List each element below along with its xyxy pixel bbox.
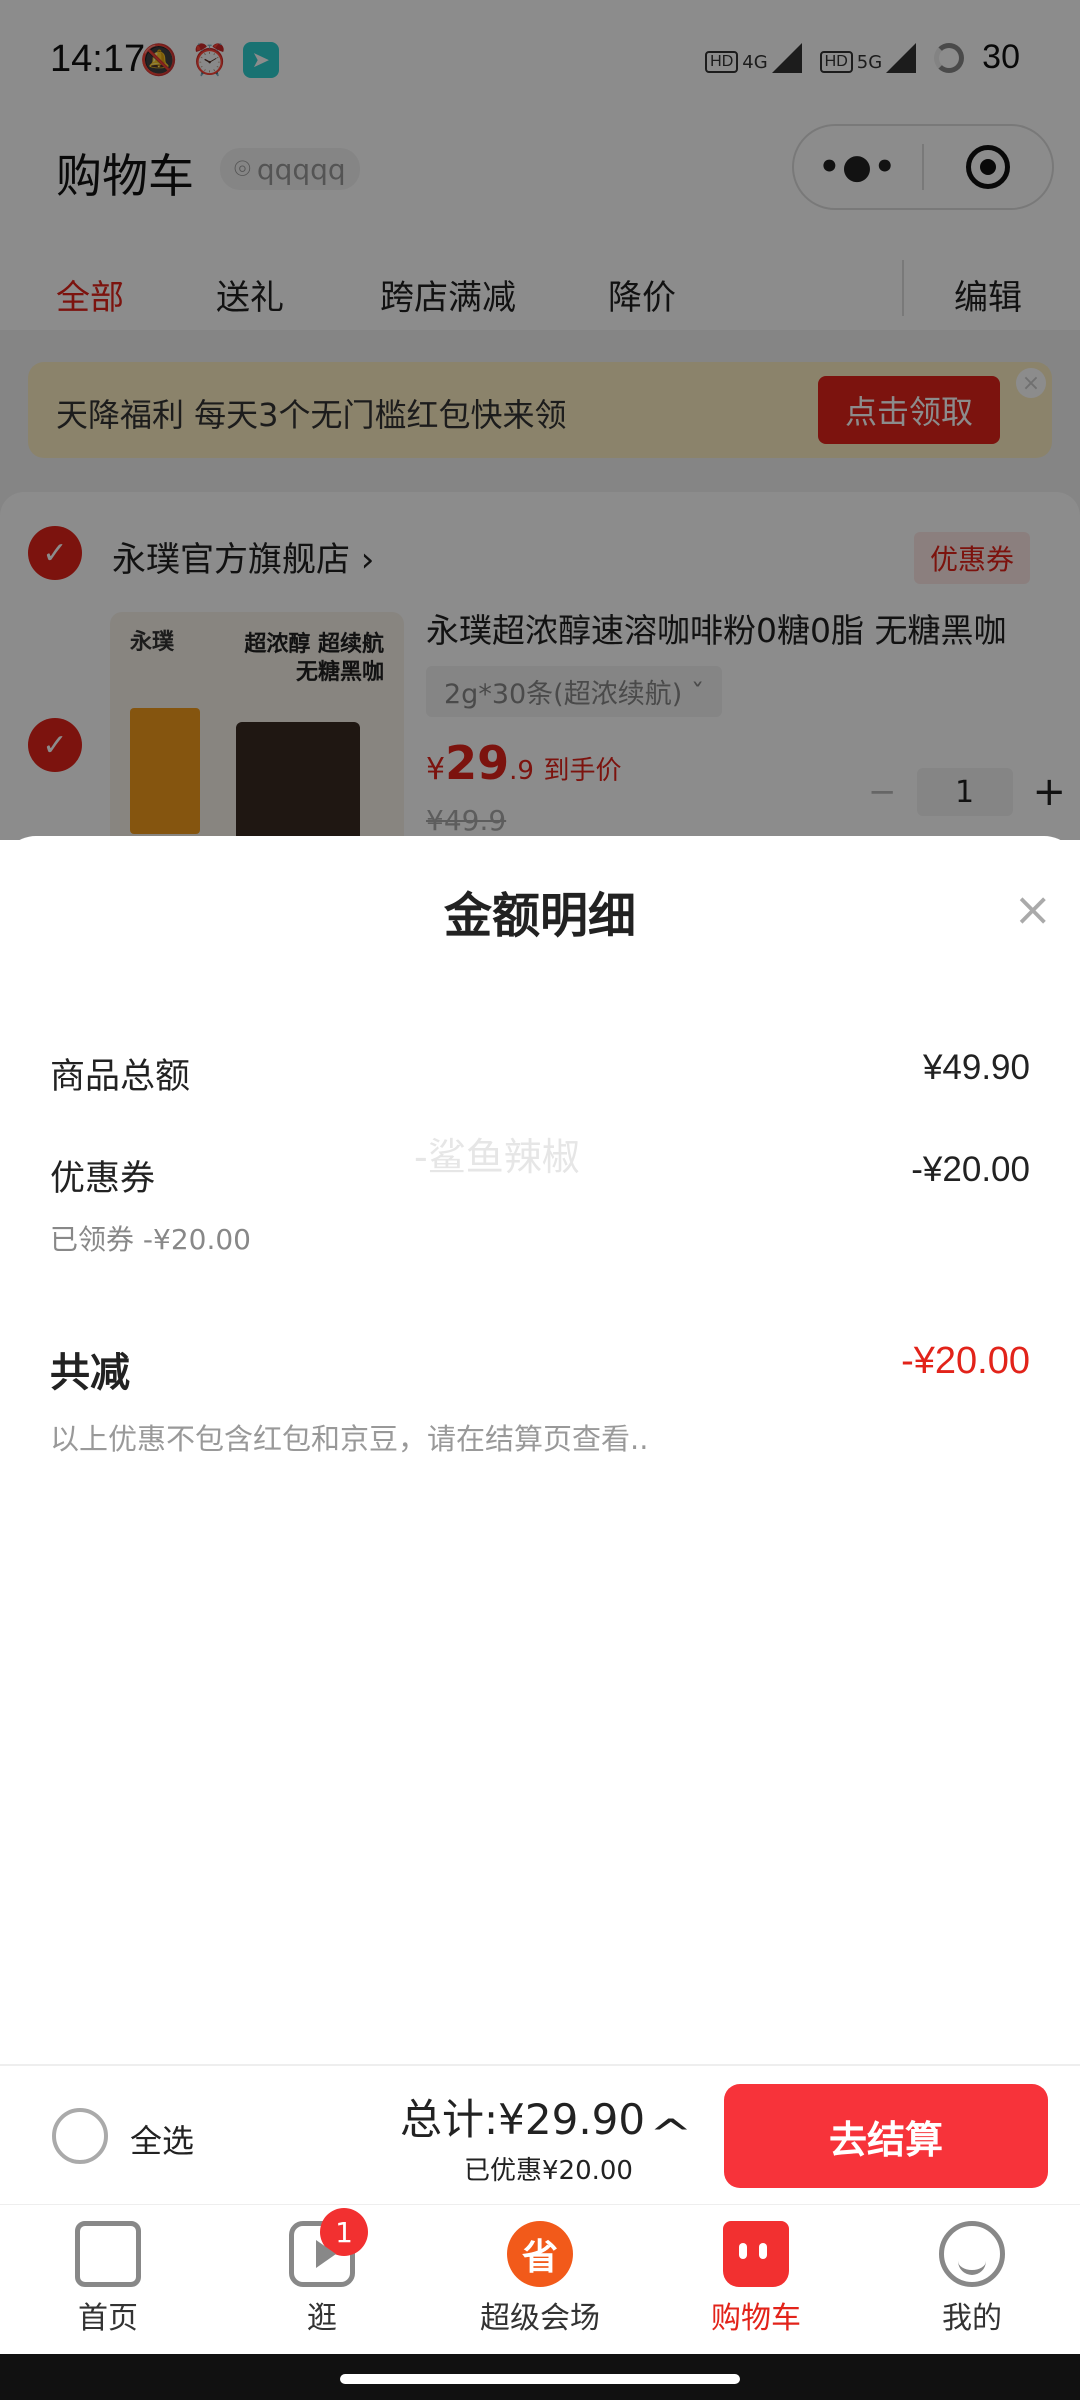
tabbar-home[interactable]: 首页 (38, 2221, 178, 2337)
coupon-value: -¥20.00 (911, 1150, 1030, 1189)
system-nav-bar (0, 2354, 1080, 2400)
select-all-checkbox[interactable] (52, 2108, 108, 2164)
tabbar-profile[interactable]: 我的 (902, 2221, 1042, 2337)
total-reduction-label: 共减 (50, 1350, 130, 1396)
modal-backdrop[interactable] (0, 0, 1080, 840)
select-all-label[interactable]: 全选 (130, 2116, 194, 2162)
total-reduction-value: -¥20.00 (901, 1340, 1030, 1382)
total-reduction-row: 共减 -¥20.00 以上优惠不包含红包和京豆，请在结算页查看.. (50, 1340, 1030, 1470)
tabbar-cart[interactable]: 购物车 (686, 2221, 826, 2337)
checkout-button[interactable]: 去结算 (724, 2084, 1048, 2188)
home-icon (75, 2221, 141, 2287)
super-venue-icon: 省 (507, 2221, 573, 2287)
cart-icon (723, 2221, 789, 2287)
notification-badge: 1 (320, 2208, 368, 2256)
screen: 14:17 🔕 ⏰ ➤ HD 4G HD 5G 30 购物车 ⌾ qqqqq •●• (0, 0, 1080, 2400)
sheet-title: 金额明细 (443, 888, 636, 944)
home-indicator[interactable] (340, 2374, 740, 2384)
profile-icon (939, 2221, 1005, 2287)
coupon-label: 优惠券 (50, 1159, 156, 1199)
close-icon[interactable]: × (1013, 882, 1052, 936)
bottom-tab-bar: 首页 1 逛 省 超级会场 购物车 我的 (0, 2204, 1080, 2354)
goods-total-row: 商品总额 ¥49.90 (50, 1048, 1030, 1108)
coupon-row: 优惠券 -¥20.00 已领券 -¥20.00 (50, 1150, 1030, 1270)
tabbar-super-venue[interactable]: 省 超级会场 (470, 2221, 610, 2337)
video-icon: 1 (289, 2208, 368, 2287)
reduction-note: 以上优惠不包含红包和京豆，请在结算页查看.. (50, 1422, 649, 1456)
checkout-bar: 全选 总计:¥29.90 已优惠¥20.00 ^ 去结算 (0, 2064, 1080, 2204)
tabbar-browse[interactable]: 1 逛 (252, 2208, 392, 2337)
total-price: 总计:¥29.90 (400, 2095, 646, 2144)
goods-total-label: 商品总额 (50, 1057, 191, 1097)
saved-amount: 已优惠¥20.00 (464, 2156, 633, 2186)
amount-details-sheet: 金额明细 × -鲨鱼辣椒 商品总额 ¥49.90 优惠券 -¥20.00 已领券… (0, 836, 1080, 2064)
chevron-up-icon[interactable]: ^ (649, 2112, 693, 2158)
coupon-note: 已领券 -¥20.00 (50, 1223, 251, 1256)
goods-total-value: ¥49.90 (922, 1048, 1030, 1087)
